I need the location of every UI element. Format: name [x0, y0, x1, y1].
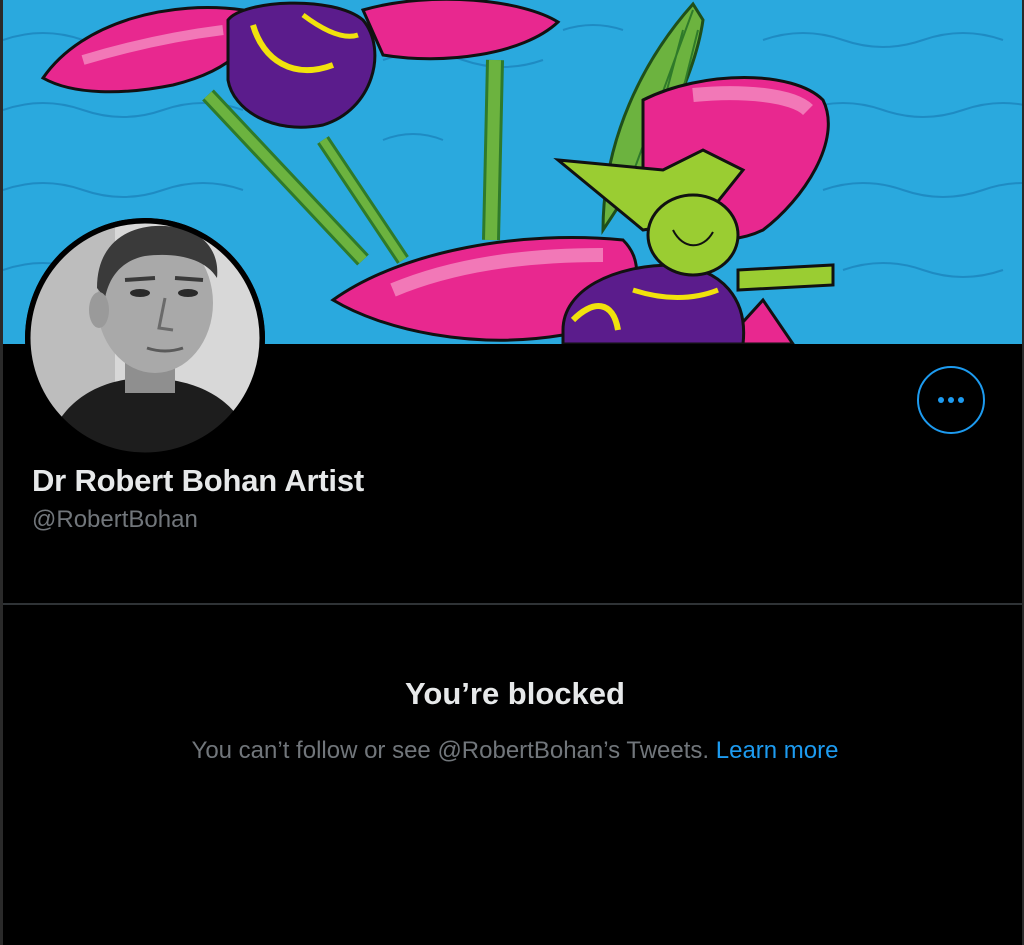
- section-divider: [3, 603, 1022, 605]
- profile-handle: @RobertBohan: [32, 506, 198, 533]
- more-horizontal-icon: [936, 397, 966, 403]
- profile-display-name: Dr Robert Bohan Artist: [32, 463, 365, 498]
- more-options-button[interactable]: [917, 366, 985, 434]
- blocked-title: You’re blocked: [405, 676, 625, 711]
- profile-avatar[interactable]: [25, 218, 265, 458]
- profile-page: Dr Robert Bohan Artist @RobertBohan You’…: [0, 0, 1024, 945]
- blocked-message: You can’t follow or see @RobertBohan’s T…: [0, 737, 1024, 765]
- learn-more-link[interactable]: Learn more: [716, 737, 839, 764]
- blocked-message-text: You can’t follow or see @RobertBohan’s T…: [191, 737, 710, 764]
- avatar-photo: [25, 218, 265, 458]
